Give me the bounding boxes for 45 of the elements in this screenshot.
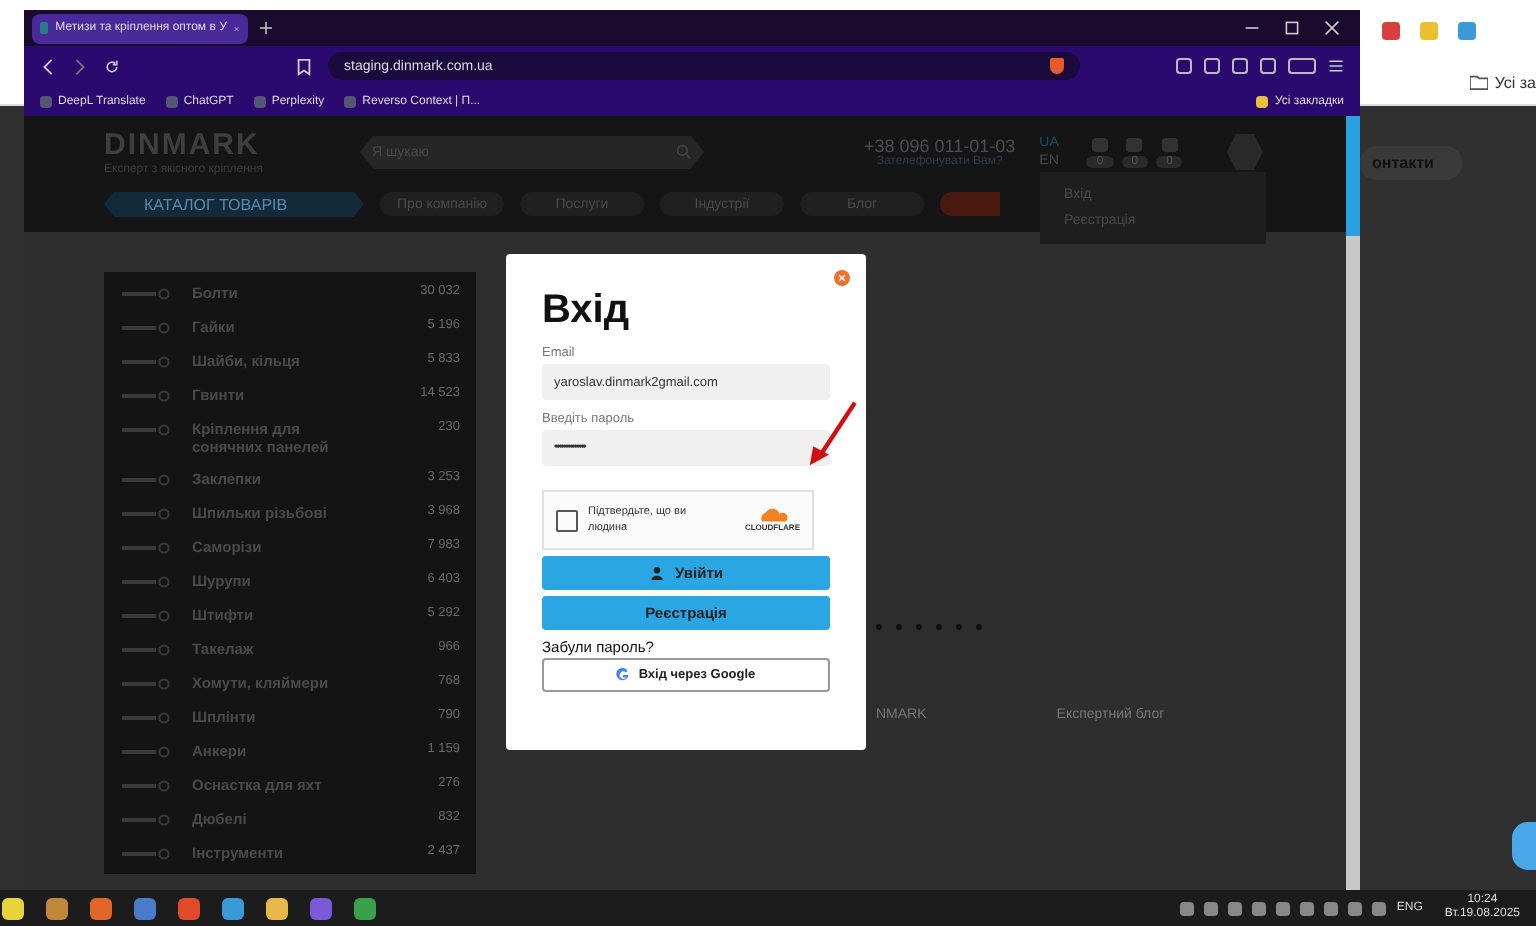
fastener-icon [120, 814, 172, 826]
fastener-icon [120, 712, 172, 724]
fastener-icon [120, 508, 172, 520]
fastener-icon [120, 390, 172, 402]
taskbar-app-icon[interactable] [266, 897, 288, 919]
scrollbar[interactable] [1346, 116, 1360, 890]
taskbar-app-icon[interactable] [46, 897, 68, 919]
taskbar-app-icon[interactable] [354, 897, 376, 919]
reload-icon[interactable] [104, 57, 120, 75]
bookmark-label[interactable]: Усі за [1494, 73, 1536, 91]
fastener-icon [120, 678, 172, 690]
taskbar-app-icon[interactable] [90, 897, 112, 919]
fastener-icon [120, 424, 172, 436]
shield-icon[interactable] [1050, 58, 1064, 74]
folder-icon [1470, 74, 1489, 90]
close-icon[interactable] [1324, 20, 1340, 36]
chat-widget[interactable] [1512, 822, 1536, 870]
fastener-icon [120, 474, 172, 486]
back-icon[interactable] [40, 57, 56, 75]
user-icon [649, 566, 664, 580]
fastener-icon [120, 848, 172, 860]
cloud-icon [756, 508, 789, 522]
fastener-icon [120, 356, 172, 368]
favicon-icon [40, 22, 48, 34]
fastener-icon [120, 322, 172, 334]
fastener-icon [120, 610, 172, 622]
taskbar-app-icon[interactable] [2, 897, 24, 919]
menu-icon[interactable] [1328, 58, 1344, 74]
app-icon[interactable] [1458, 21, 1476, 39]
phone-number[interactable]: +38 096 011-01-03 [864, 136, 1016, 156]
google-icon [616, 668, 631, 682]
maximize-icon[interactable] [1284, 20, 1300, 36]
app-icon[interactable] [1382, 21, 1400, 39]
fastener-icon [120, 576, 172, 588]
fastener-icon [120, 780, 172, 792]
fastener-icon [120, 288, 172, 300]
fastener-icon [120, 542, 172, 554]
dialog-title: Вхід [542, 286, 630, 334]
taskbar-app-icon[interactable] [222, 897, 244, 919]
bookmark-icon[interactable] [296, 57, 312, 75]
fastener-icon [120, 644, 172, 656]
forward-icon[interactable] [72, 57, 88, 75]
new-tab-icon[interactable] [260, 22, 272, 34]
fastener-icon [120, 746, 172, 758]
checkbox[interactable] [556, 509, 578, 531]
